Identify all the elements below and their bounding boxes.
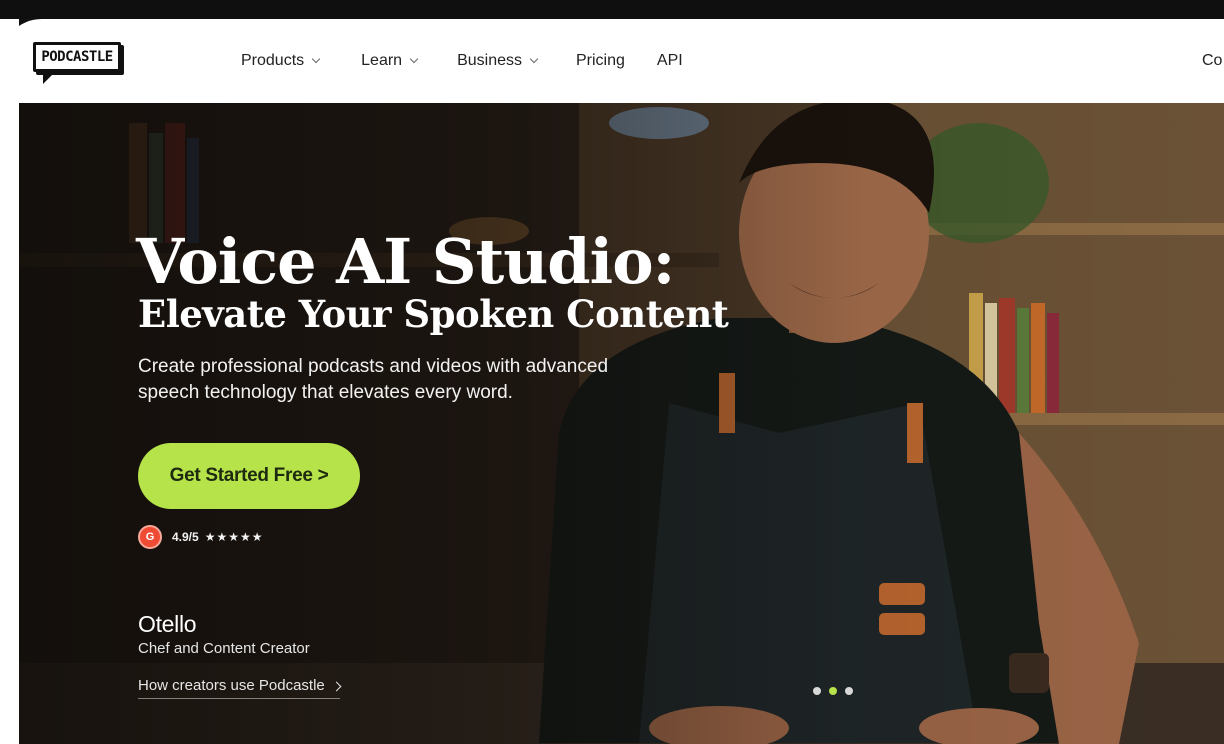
- carousel-dot-2[interactable]: [829, 687, 837, 695]
- nav-item-products[interactable]: Products: [241, 52, 321, 70]
- rating-badge: G 4.9/5 ★★★★★: [138, 525, 264, 549]
- how-creators-use-link[interactable]: How creators use Podcastle: [138, 677, 342, 699]
- hero-description: Create professional podcasts and videos …: [138, 356, 609, 403]
- chevron-down-icon: [409, 54, 419, 64]
- nav-products-label: Products: [241, 52, 305, 69]
- nav-item-business[interactable]: Business: [457, 52, 539, 70]
- logo-wordmark: PODCASTLE: [33, 42, 121, 72]
- top-dark-strip: [0, 0, 1224, 19]
- podcastle-logo[interactable]: PODCASTLE: [33, 42, 123, 84]
- rating-score: 4.9/5: [172, 530, 199, 544]
- logo-speech-tail: [43, 72, 55, 84]
- nav-item-cut-off[interactable]: Co: [1202, 19, 1222, 103]
- get-started-button[interactable]: Get Started Free >: [138, 443, 360, 509]
- carousel-dots: [813, 687, 861, 695]
- site-header: PODCASTLE Products Learn Business Pricin…: [0, 19, 1224, 103]
- carousel-dot-3[interactable]: [845, 687, 853, 695]
- hero-title: Voice AI Studio:: [136, 225, 675, 298]
- chevron-right-icon: [331, 681, 342, 692]
- carousel-dot-1[interactable]: [813, 687, 821, 695]
- nav-item-pricing[interactable]: Pricing: [576, 52, 625, 70]
- nav-learn-label: Learn: [361, 52, 403, 69]
- nav-pricing-label: Pricing: [575, 52, 625, 69]
- creator-role: Chef and Content Creator: [138, 640, 310, 657]
- star-icons: ★★★★★: [204, 530, 264, 544]
- nav-cut-off-label: Co: [1202, 52, 1223, 69]
- nav-item-learn[interactable]: Learn: [361, 52, 419, 70]
- nav-item-api[interactable]: API: [657, 52, 683, 70]
- chevron-down-icon: [311, 54, 321, 64]
- main-nav: Products Learn Business Pricing API: [241, 19, 683, 103]
- left-edge-panel: [0, 19, 19, 744]
- creator-link-label: How creators use Podcastle: [138, 677, 325, 694]
- g2-logo-icon: G: [138, 525, 162, 549]
- nav-business-label: Business: [457, 52, 522, 69]
- nav-api-label: API: [656, 52, 683, 69]
- chevron-down-icon: [529, 54, 539, 64]
- creator-name: Otello: [138, 611, 197, 637]
- hero-section: Voice AI Studio: Elevate Your Spoken Con…: [19, 103, 1224, 744]
- hero-subtitle: Elevate Your Spoken Content: [138, 292, 729, 336]
